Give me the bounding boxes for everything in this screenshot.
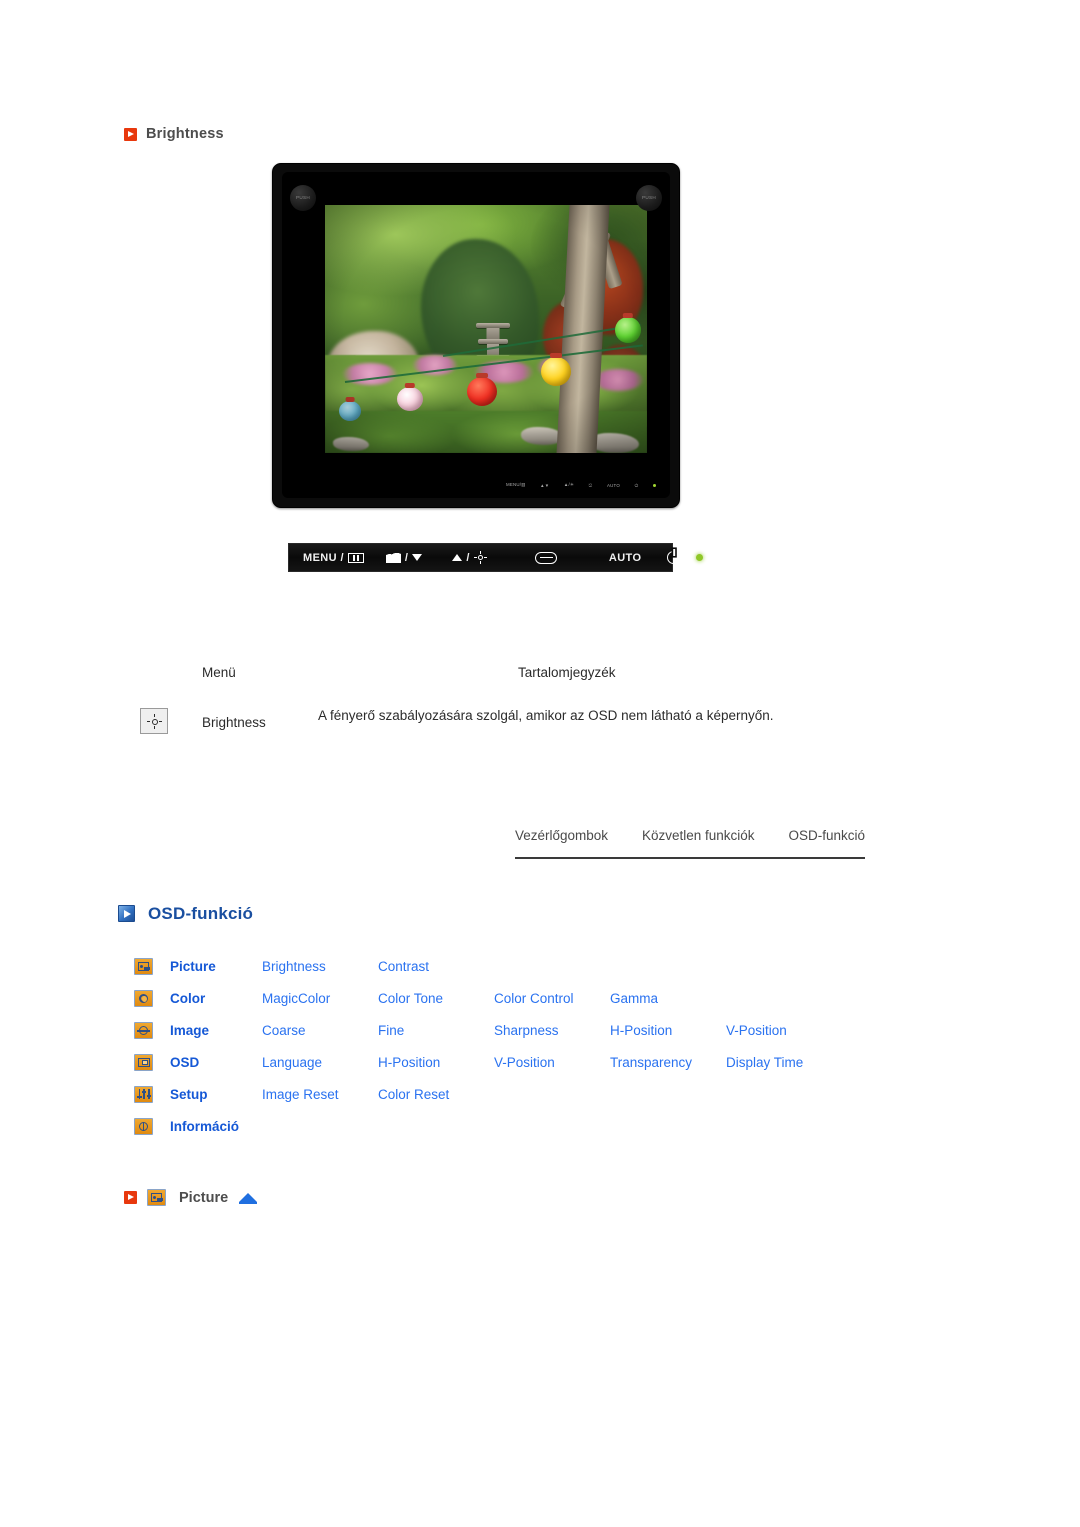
- red-arrow-bullet-icon: [124, 1191, 137, 1204]
- menu-row-image: Image Coarse Fine Sharpness H-Position V…: [134, 1014, 964, 1046]
- control-magicbright-button[interactable]: /: [385, 551, 423, 564]
- menu-item-fine[interactable]: Fine: [378, 1023, 494, 1038]
- subsection-picture: Picture: [124, 1189, 258, 1206]
- tab-bar-underline: [515, 857, 865, 859]
- red-arrow-bullet-icon: [124, 127, 137, 141]
- menu-row-picture: Picture Brightness Contrast: [134, 950, 964, 982]
- section-title-brightness: Brightness: [124, 126, 224, 142]
- control-menu-label: MENU /: [303, 551, 344, 564]
- control-auto-label: AUTO: [608, 551, 642, 564]
- push-button-right: PUSH: [636, 185, 662, 211]
- subsection-picture-label: Picture: [179, 1189, 229, 1206]
- screen-stone-3: [333, 437, 369, 451]
- menu-item-coarse[interactable]: Coarse: [262, 1023, 378, 1038]
- osd-icon: [134, 1053, 153, 1071]
- control-magic-separator: /: [404, 551, 409, 564]
- menu-item-image-v-position[interactable]: V-Position: [726, 1023, 842, 1038]
- control-auto-button[interactable]: AUTO: [609, 552, 642, 564]
- monitor-illustration: PUSH PUSH MENU/▥ ▲▼ ▲/☀ ⎋ AUTO ⏻: [272, 163, 680, 508]
- brightness-sun-icon: [140, 708, 168, 734]
- image-icon: [134, 1021, 153, 1039]
- menu-item-display-time[interactable]: Display Time: [726, 1055, 842, 1070]
- control-power-led: [696, 554, 704, 561]
- control-brightness-up-button[interactable]: /: [452, 551, 487, 564]
- heading-osd-label: OSD-funkció: [148, 903, 254, 923]
- menu-item-osd-h-position[interactable]: H-Position: [378, 1055, 494, 1070]
- menu-item-image-reset[interactable]: Image Reset: [262, 1087, 378, 1102]
- power-icon: [667, 551, 681, 564]
- menu-item-color-tone[interactable]: Color Tone: [378, 991, 494, 1006]
- control-menu-button[interactable]: MENU /: [303, 552, 364, 564]
- menu-item-osd-v-position[interactable]: V-Position: [494, 1055, 610, 1070]
- table-header-menu: Menü: [202, 665, 236, 680]
- menu-category-color[interactable]: Color: [170, 991, 262, 1006]
- screen-lantern-yellow: [541, 357, 571, 386]
- menu-row-informacio: Információ: [134, 1110, 964, 1142]
- menu-row-setup: Setup Image Reset Color Reset: [134, 1078, 964, 1110]
- section-title-label: Brightness: [146, 126, 224, 143]
- menu-row-color: Color MagicColor Color Tone Color Contro…: [134, 982, 964, 1014]
- menu-item-brightness[interactable]: Brightness: [262, 959, 378, 974]
- tab-osd-funkcio[interactable]: OSD-funkció: [788, 828, 865, 843]
- menu-item-language[interactable]: Language: [262, 1055, 378, 1070]
- enter-key-icon: [534, 551, 557, 564]
- table-row-name-brightness: Brightness: [202, 715, 266, 730]
- control-power-button[interactable]: [667, 551, 681, 564]
- menu-item-color-reset[interactable]: Color Reset: [378, 1087, 494, 1102]
- picture-icon: [134, 957, 153, 975]
- bezel-menu-mark: MENU/▥: [506, 482, 526, 487]
- osd-menu-map: Picture Brightness Contrast Color MagicC…: [134, 950, 964, 1142]
- triangle-up-icon: [452, 554, 463, 561]
- menu-grid-icon: [347, 552, 364, 563]
- blue-arrow-bullet-icon: [118, 905, 135, 923]
- sun-icon: [473, 551, 487, 564]
- menu-item-color-control[interactable]: Color Control: [494, 991, 610, 1006]
- menu-category-picture[interactable]: Picture: [170, 959, 262, 974]
- control-enter-button[interactable]: [534, 551, 557, 564]
- screen-lantern-red: [467, 377, 497, 406]
- table-row-description-brightness: A fényerő szabályozására szolgál, amikor…: [318, 708, 774, 723]
- screen-lantern-green: [615, 317, 641, 343]
- menu-category-image[interactable]: Image: [170, 1023, 262, 1038]
- menu-category-setup[interactable]: Setup: [170, 1087, 262, 1102]
- power-led-icon: [696, 554, 704, 561]
- heading-osd-funkcio: OSD-funkció: [118, 903, 253, 924]
- menu-item-sharpness[interactable]: Sharpness: [494, 1023, 610, 1038]
- monitor-control-bar: MENU / / / AUTO: [288, 543, 704, 572]
- menu-item-gamma[interactable]: Gamma: [610, 991, 726, 1006]
- monitor-bezel-control-labels: MENU/▥ ▲▼ ▲/☀ ⎋ AUTO ⏻: [506, 481, 656, 489]
- screen-lantern-pink: [397, 387, 423, 411]
- bezel-bright-mark: ▲/☀: [563, 482, 575, 487]
- tab-bar: Vezérlőgombok Közvetlen funkciók OSD-fun…: [515, 828, 865, 843]
- picture-icon: [147, 1189, 166, 1206]
- information-icon: [134, 1117, 153, 1135]
- scroll-to-top-arrow-icon[interactable]: [239, 1193, 258, 1204]
- color-icon: [134, 989, 153, 1007]
- bezel-power-led: [652, 483, 656, 487]
- table-header-contents: Tartalomjegyzék: [518, 665, 616, 680]
- setup-icon: [134, 1085, 153, 1103]
- bezel-enter-mark: ⎋: [588, 482, 593, 488]
- monitor-screen-image: [325, 205, 647, 453]
- screen-lantern-blue: [339, 401, 361, 421]
- bezel-magic-mark: ▲▼: [540, 482, 550, 488]
- tab-vezerlogombok[interactable]: Vezérlőgombok: [515, 828, 608, 843]
- menu-item-transparency[interactable]: Transparency: [610, 1055, 726, 1070]
- monitor-bezel: PUSH PUSH MENU/▥ ▲▼ ▲/☀ ⎋ AUTO ⏻: [282, 172, 670, 498]
- menu-item-image-h-position[interactable]: H-Position: [610, 1023, 726, 1038]
- control-up-separator: /: [466, 551, 470, 564]
- menu-category-informacio[interactable]: Információ: [170, 1119, 262, 1134]
- menu-item-contrast[interactable]: Contrast: [378, 959, 494, 974]
- push-button-left: PUSH: [290, 185, 316, 211]
- bezel-auto-mark: AUTO: [607, 482, 620, 488]
- menu-category-osd[interactable]: OSD: [170, 1055, 262, 1070]
- menu-item-magiccolor[interactable]: MagicColor: [262, 991, 378, 1006]
- tab-kozvetlen-funkciok[interactable]: Közvetlen funkciók: [642, 828, 755, 843]
- bezel-power-mark: ⏻: [634, 482, 639, 488]
- magicbright-icon: [385, 552, 401, 563]
- menu-row-osd: OSD Language H-Position V-Position Trans…: [134, 1046, 964, 1078]
- triangle-down-icon: [412, 554, 423, 561]
